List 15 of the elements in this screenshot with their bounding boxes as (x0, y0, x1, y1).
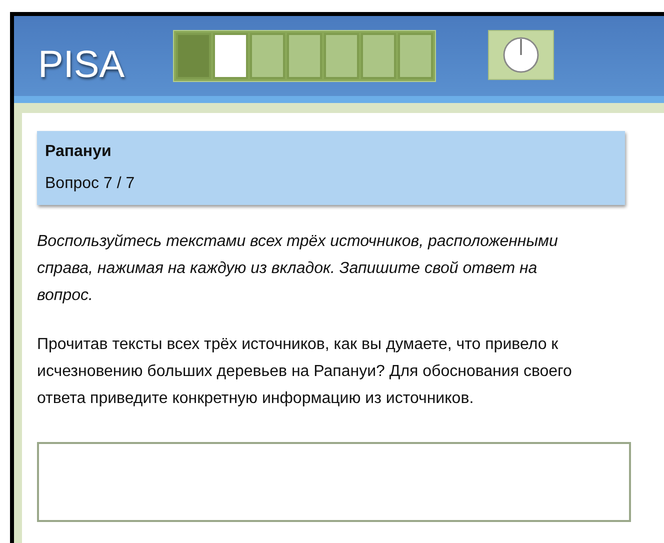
progress-cell[interactable] (398, 33, 433, 79)
instruction-text: Воспользуйтесь текстами всех трёх источников, расположенными справа, нажимая на каждую из вкладок. Запишите свой ответ на вопрос. (37, 232, 559, 306)
question-text: Прочитав тексты всех трёх источников, как вы думаете, что привело к исчезновению больших деревьев на Рапануи? Для обоснования своего ответа приведите конкретную информацию из источников. (37, 335, 573, 409)
logo: PISA (38, 46, 125, 84)
answer-field[interactable] (37, 442, 631, 522)
clock-icon (502, 36, 540, 74)
progress-cell[interactable] (360, 33, 396, 79)
progress-cell[interactable] (250, 33, 285, 79)
progress-cell[interactable] (212, 33, 248, 79)
timer-button[interactable] (488, 30, 554, 80)
question-number: Вопрос 7 / 7 (45, 174, 136, 194)
progress-cell[interactable] (286, 33, 322, 79)
progress-cell[interactable] (324, 33, 359, 79)
unit-title: Рапануи (45, 142, 112, 162)
progress-cell[interactable] (176, 33, 211, 79)
